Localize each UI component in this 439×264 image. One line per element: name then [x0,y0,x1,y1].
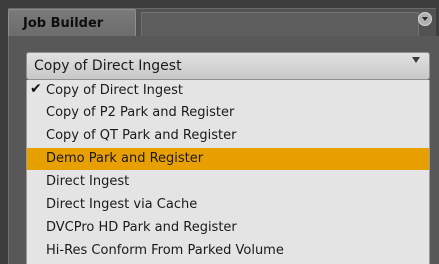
dropdown-list: ✔ Copy of Direct Ingest Copy of P2 Park … [26,80,430,264]
list-item-label: DVCPro HD Park and Register [46,220,237,235]
tab-job-builder[interactable]: Job Builder [8,9,136,37]
list-item-label: Hi-Res Conform From Parked Volume [46,243,284,258]
panel-tab-bar: Job Builder [8,8,436,37]
list-item[interactable]: Copy of P2 Park and Register [27,102,429,124]
list-item-label: Copy of Direct Ingest [46,83,184,98]
tab-label: Job Builder [23,16,104,31]
list-item[interactable]: DVCPro HD Park and Register [27,217,429,239]
list-item[interactable]: Hi-Res Conform From Parked Volume [27,240,429,262]
list-item-label: Direct Ingest via Cache [46,197,198,212]
dropdown-arrow-icon[interactable] [412,57,420,63]
application-frame: Job Builder Copy of Direct Ingest ✔ Copy… [0,0,439,264]
list-item[interactable]: Direct Ingest via Cache [27,194,429,216]
list-item[interactable]: Direct Ingest [27,171,429,193]
list-item-label: Copy of QT Park and Register [46,128,237,143]
list-item-label: Direct Ingest [46,174,130,189]
panel-menu-icon[interactable] [418,12,432,26]
combo-selected-value: Copy of Direct Ingest [34,58,182,74]
list-item[interactable]: ✔ Copy of Direct Ingest [27,80,429,102]
workflow-combo-box[interactable]: Copy of Direct Ingest [26,52,430,80]
check-icon: ✔ [30,81,42,97]
list-item-label: Demo Park and Register [46,151,204,166]
list-item[interactable]: Copy of QT Park and Register [27,125,429,147]
list-item-label: Copy of P2 Park and Register [46,105,235,120]
tab-bar-empty-area [141,12,419,37]
list-item-highlighted[interactable]: Demo Park and Register [27,148,429,170]
